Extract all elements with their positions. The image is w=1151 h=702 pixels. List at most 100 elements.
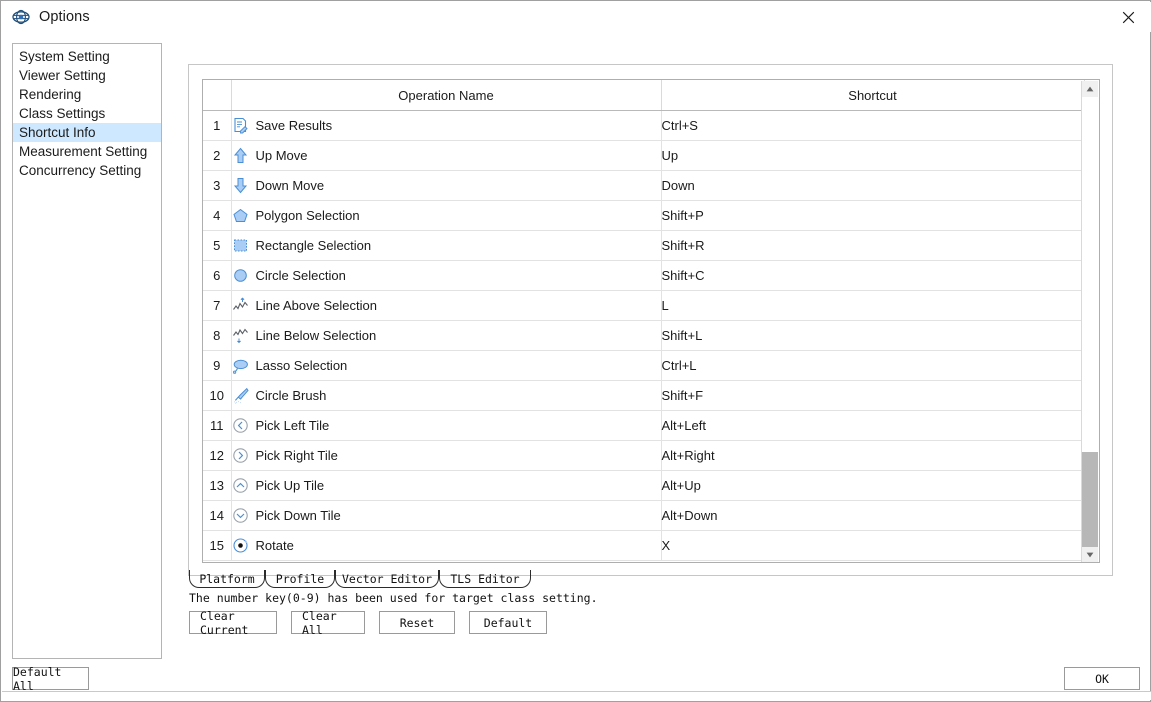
operation-name-cell[interactable]: Circle Selection (231, 260, 662, 291)
close-icon (1122, 11, 1134, 23)
clear-current-button[interactable]: Clear Current (189, 609, 277, 637)
chevron-left-circle-icon (232, 418, 248, 433)
row-index-cell: 2 (203, 140, 232, 171)
sidebar-item-measurement-setting[interactable]: Measurement Setting (13, 142, 161, 161)
scrollbar-thumb[interactable] (1082, 452, 1098, 547)
row-index-cell: 5 (203, 230, 232, 261)
scroll-up-button[interactable] (1082, 81, 1098, 97)
default-all-button[interactable]: Default All (12, 665, 89, 693)
shortcut-cell[interactable]: X (661, 530, 1085, 561)
scroll-down-button[interactable] (1082, 547, 1098, 562)
operation-label: Pick Up Tile (255, 478, 325, 493)
tab-label: Vector Editor (342, 572, 433, 586)
sidebar-item-system-setting[interactable]: System Setting (13, 47, 161, 66)
operation-name-cell[interactable]: Polygon Selection (231, 200, 662, 231)
table-row[interactable]: 13 Pick Up Tile Alt+Up (203, 470, 1085, 501)
operation-name-cell[interactable]: Rectangle Selection (231, 230, 662, 261)
line-below-icon (232, 328, 248, 344)
sidebar-item-viewer-setting[interactable]: Viewer Setting (13, 66, 161, 85)
operation-label: Line Below Selection (255, 328, 377, 343)
table-row[interactable]: 14 Pick Down Tile Alt+Down (203, 500, 1085, 531)
brush-icon (233, 387, 249, 404)
shortcut-cell[interactable]: Shift+R (661, 230, 1085, 261)
operation-name-cell[interactable]: Lasso Selection (231, 350, 662, 381)
default-button[interactable]: Default (469, 611, 547, 634)
table-row[interactable]: 12 Pick Right Tile Alt+Right (203, 440, 1085, 471)
sidebar-item-class-settings[interactable]: Class Settings (13, 104, 161, 123)
table-vertical-scrollbar[interactable] (1081, 81, 1098, 562)
operation-name-cell[interactable]: Down Move (231, 170, 662, 201)
shortcut-cell[interactable]: Shift+C (661, 260, 1085, 291)
table-row[interactable]: 8 Line Below Selection Shift+L (203, 320, 1085, 351)
table-row[interactable]: 11 Pick Left Tile Alt+Left (203, 410, 1085, 441)
column-header-operation[interactable]: Operation Name (231, 80, 662, 111)
chevron-right-circle-icon (232, 448, 248, 463)
operation-name-cell[interactable]: Pick Right Tile (231, 440, 662, 471)
scrollbar-track[interactable] (1082, 97, 1098, 547)
operation-name-cell[interactable]: Save Results (231, 110, 662, 141)
shortcut-cell[interactable]: Alt+Down (661, 500, 1085, 531)
options-dialog: Options System Setting Viewer Setting Re… (0, 0, 1151, 702)
tab-profile[interactable]: Profile (265, 570, 335, 588)
operation-name-cell[interactable]: Pick Left Tile (231, 410, 662, 441)
table-row[interactable]: 9 Lasso Selection Ctrl+L (203, 350, 1085, 381)
table-row[interactable]: 10 Circle Brush Shift+F (203, 380, 1085, 411)
table-row[interactable]: 7 Line Above Selection L (203, 290, 1085, 321)
operation-name-cell[interactable]: Line Above Selection (231, 290, 662, 321)
shortcut-cell[interactable]: Alt+Up (661, 470, 1085, 501)
hint-text: The number key(0-9) has been used for ta… (189, 591, 598, 605)
sidebar-item-label: Measurement Setting (19, 144, 148, 159)
ok-button[interactable]: OK (1064, 667, 1140, 690)
column-header-index[interactable] (203, 80, 232, 111)
table-row[interactable]: 3 Down Move Down (203, 170, 1085, 201)
table-row[interactable]: 5 Rectangle Selection Shift+R (203, 230, 1085, 261)
tab-tls-editor[interactable]: TLS Editor (439, 570, 531, 588)
operation-name-cell[interactable]: Line Below Selection (231, 320, 662, 351)
tab-vector-editor[interactable]: Vector Editor (335, 570, 439, 588)
shortcut-cell[interactable]: Down (661, 170, 1085, 201)
circle-icon (233, 269, 247, 282)
row-index-cell: 4 (203, 200, 232, 231)
editor-tab-strip[interactable]: Platform Profile Vector Editor TLS Edito… (189, 570, 889, 588)
settings-category-list[interactable]: System Setting Viewer Setting Rendering … (12, 43, 162, 659)
operation-name-cell[interactable]: Up Move (231, 140, 662, 171)
sidebar-item-shortcut-info[interactable]: Shortcut Info (13, 123, 161, 142)
shortcut-cell[interactable]: L (661, 290, 1085, 321)
shortcut-cell[interactable]: Alt+Right (661, 440, 1085, 471)
table-row[interactable]: 4 Polygon Selection Shift+P (203, 200, 1085, 231)
chevron-up-circle-icon (232, 478, 248, 493)
table-row[interactable]: 6 Circle Selection Shift+C (203, 260, 1085, 291)
table-row[interactable]: 15 Rotate X (203, 530, 1085, 561)
sidebar-item-rendering[interactable]: Rendering (13, 85, 161, 104)
operation-name-cell[interactable]: Pick Up Tile (231, 470, 662, 501)
tab-platform[interactable]: Platform (189, 570, 265, 588)
table-row[interactable]: 2 Up Move Up (203, 140, 1085, 171)
rectangle-icon (233, 239, 247, 252)
operation-name-cell[interactable]: Circle Brush (231, 380, 662, 411)
title-bar: Options (2, 2, 1151, 32)
shortcut-cell[interactable]: Ctrl+L (661, 350, 1085, 381)
table-row[interactable]: 1 Save Results Ctrl+S (203, 110, 1085, 141)
row-index-cell: 13 (203, 470, 232, 501)
shortcut-cell[interactable]: Shift+F (661, 380, 1085, 411)
clear-all-button[interactable]: Clear All (291, 609, 365, 637)
lasso-icon (232, 359, 248, 374)
shortcut-cell[interactable]: Shift+P (661, 200, 1085, 231)
shortcut-cell[interactable]: Up (661, 140, 1085, 171)
column-header-shortcut[interactable]: Shortcut (661, 80, 1085, 111)
row-index-cell: 8 (203, 320, 232, 351)
row-index-cell: 14 (203, 500, 232, 531)
sidebar-item-concurrency-setting[interactable]: Concurrency Setting (13, 161, 161, 180)
window-title: Options (39, 9, 90, 25)
row-index-cell: 1 (203, 110, 232, 141)
tab-label: TLS Editor (450, 572, 520, 586)
shortcut-cell[interactable]: Shift+L (661, 320, 1085, 351)
shortcut-cell[interactable]: Alt+Left (661, 410, 1085, 441)
operation-name-cell[interactable]: Rotate (231, 530, 662, 561)
operation-label: Save Results (255, 118, 333, 133)
close-button[interactable] (1105, 2, 1151, 32)
reset-button[interactable]: Reset (379, 611, 455, 634)
shortcut-cell[interactable]: Ctrl+S (661, 110, 1085, 141)
operation-name-cell[interactable]: Pick Down Tile (231, 500, 662, 531)
triangle-down-icon (1086, 552, 1094, 558)
